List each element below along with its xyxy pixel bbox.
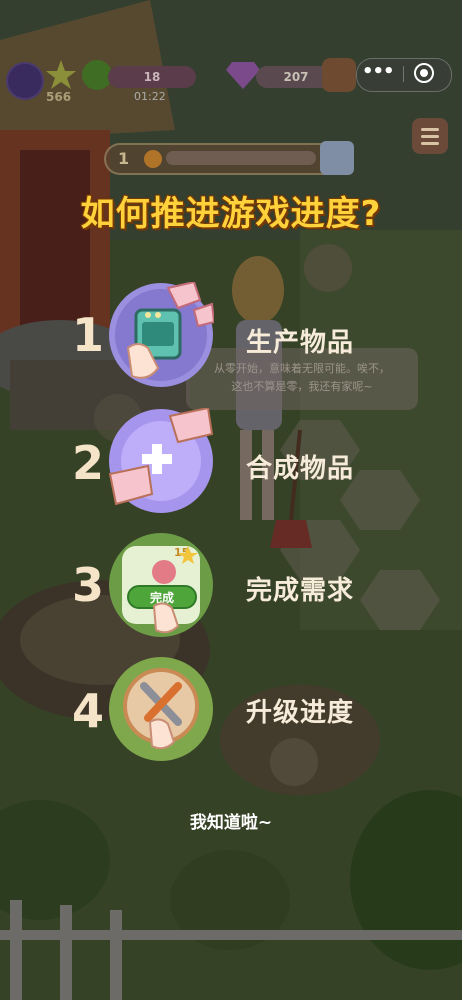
step-4-number: 4 bbox=[71, 684, 104, 738]
step-2-label: 合成物品 bbox=[246, 454, 355, 484]
menu-button[interactable] bbox=[412, 118, 448, 154]
tutorial-title: 如何推进游戏进度? bbox=[80, 194, 382, 234]
step-1-number: 1 bbox=[71, 308, 104, 362]
more-button[interactable]: ••• bbox=[362, 62, 395, 86]
star-icon bbox=[46, 60, 76, 89]
step-3-number: 3 bbox=[71, 558, 104, 612]
capsule-divider bbox=[403, 66, 404, 82]
player-avatar[interactable] bbox=[6, 62, 44, 100]
step-3-label: 完成需求 bbox=[246, 576, 355, 606]
speech-line-2: 这也不算是零，我还有家呢~ bbox=[231, 380, 373, 393]
close-miniprogram-button[interactable] bbox=[414, 63, 434, 83]
step-4-label: 升级进度 bbox=[246, 698, 355, 728]
upgrade-tools-icon bbox=[109, 657, 213, 761]
step-1-label: 生产物品 bbox=[246, 328, 355, 358]
energy-timer: 01:22 bbox=[134, 90, 166, 103]
speech-line-1: 从零开始，意味着无限可能。唉不， bbox=[214, 362, 390, 375]
oven-tap-icon bbox=[109, 282, 214, 387]
coin-icon bbox=[144, 150, 162, 168]
shop-icon[interactable] bbox=[322, 58, 356, 92]
dismiss-button[interactable]: 我知道啦~ bbox=[0, 808, 462, 833]
gem-icon bbox=[226, 62, 260, 89]
step-2-number: 2 bbox=[71, 436, 104, 490]
level-progress-track bbox=[166, 151, 316, 165]
merge-cakes-icon bbox=[108, 408, 214, 513]
level-number: 1 bbox=[118, 149, 130, 168]
energy-counter[interactable]: 18 bbox=[108, 66, 196, 88]
star-count: 566 bbox=[46, 90, 72, 104]
reward-chest-icon[interactable] bbox=[320, 141, 354, 175]
complete-order-icon: 15 完成 bbox=[109, 533, 213, 637]
